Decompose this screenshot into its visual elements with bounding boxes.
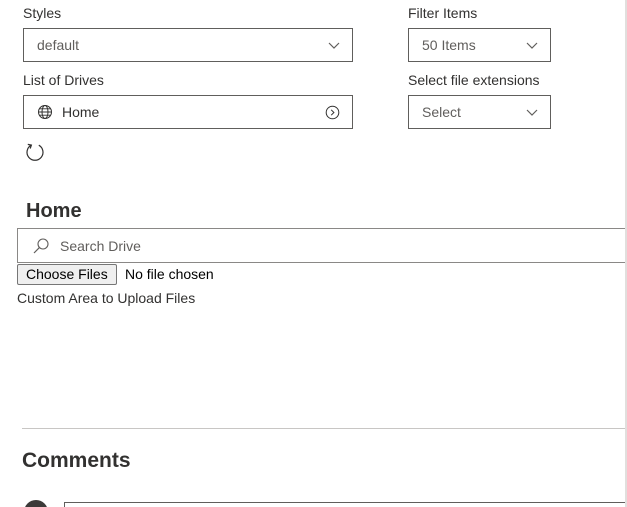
search-drive-input[interactable] (58, 236, 562, 255)
avatar (24, 500, 48, 507)
drive-heading: Home (26, 200, 82, 222)
chevron-down-icon (328, 42, 340, 49)
styles-label: Styles (23, 5, 62, 21)
chevron-down-icon (526, 109, 538, 116)
extensions-label: Select file extensions (408, 72, 540, 88)
styles-dropdown[interactable]: default (23, 28, 353, 62)
drives-label: List of Drives (23, 72, 104, 88)
upload-area-label: Custom Area to Upload Files (17, 290, 196, 306)
upload-drop-area[interactable]: Custom Area to Upload Files (17, 290, 617, 390)
chevron-down-icon (526, 42, 538, 49)
extensions-dropdown-value: Select (422, 104, 461, 120)
filter-items-dropdown[interactable]: 50 Items (408, 28, 551, 62)
styles-dropdown-value: default (37, 37, 80, 53)
file-status-text: No file chosen (125, 266, 214, 282)
section-divider (22, 428, 627, 429)
drives-selector-value: Home (62, 104, 100, 120)
search-drive-box[interactable] (17, 228, 627, 263)
choose-files-button[interactable]: Choose Files (17, 264, 117, 285)
chevron-right-circle-icon[interactable] (325, 105, 340, 120)
globe-icon (38, 105, 52, 119)
comment-input[interactable] (64, 502, 627, 507)
extensions-dropdown[interactable]: Select (408, 95, 551, 129)
page-root: Styles default Filter Items 50 Items Lis… (0, 0, 627, 507)
drives-selector[interactable]: Home (23, 95, 353, 129)
search-icon (33, 237, 49, 253)
comments-heading: Comments (22, 449, 131, 472)
filter-items-dropdown-value: 50 Items (422, 37, 476, 53)
refresh-icon[interactable] (24, 141, 46, 163)
filter-items-label: Filter Items (408, 5, 478, 21)
